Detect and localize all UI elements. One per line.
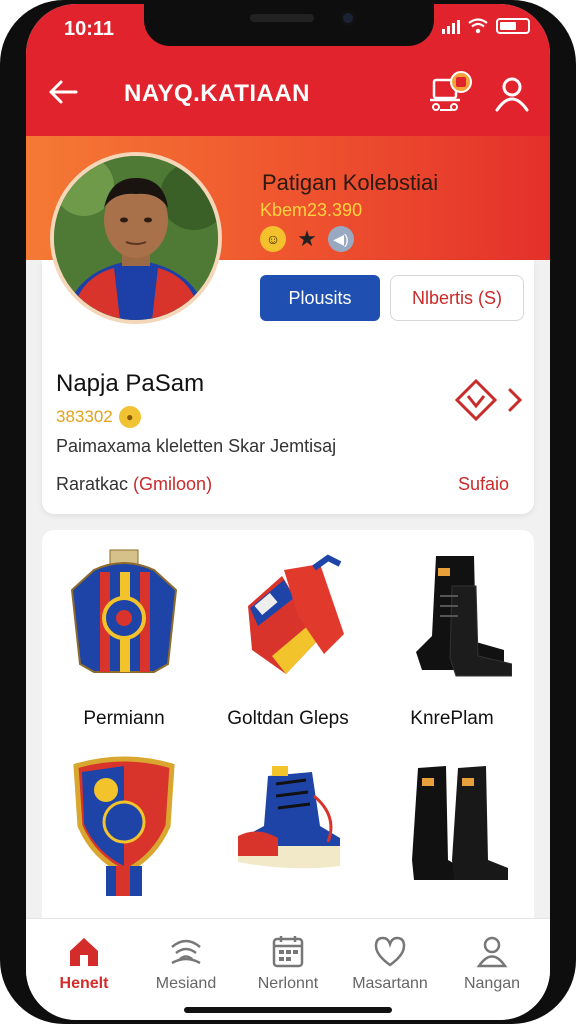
profile-badges: ☺ ★ ◀)	[260, 226, 354, 252]
person-icon	[476, 936, 508, 968]
profile-subtitle: Kbem23.390	[260, 200, 363, 220]
status-time: 10:11	[64, 18, 115, 40]
rating-value: 383302	[56, 407, 113, 426]
nav-label: Nangan	[463, 975, 521, 992]
diamond-icon[interactable]	[454, 378, 498, 422]
wifi-icon	[171, 939, 201, 965]
volume-icon: ◀)	[328, 226, 354, 252]
product-item[interactable]: Goltdan Gleps	[206, 538, 370, 729]
detail-meta: Raratkac (Gmiloon)	[56, 474, 212, 495]
nav-item-home[interactable]: Henelt	[32, 933, 136, 1003]
smile-icon: ☺	[260, 226, 286, 252]
battery-icon	[496, 18, 530, 34]
tall-boots-icon	[412, 766, 508, 880]
primary-action-button[interactable]: Plousits	[260, 275, 380, 321]
signal-icon	[442, 18, 460, 34]
nav-item-favorites[interactable]: Masartann	[338, 933, 442, 1003]
nav-label: Mesiand	[155, 975, 217, 992]
cart-icon[interactable]	[426, 70, 474, 116]
nav-label: Henelt	[59, 975, 109, 992]
heart-icon	[374, 936, 406, 967]
arrow-left-icon[interactable]	[46, 74, 82, 110]
product-item[interactable]: Permiann	[42, 538, 206, 729]
product-item[interactable]: KnrePlam	[370, 538, 534, 729]
product-item[interactable]	[206, 748, 370, 938]
status-icons	[442, 18, 530, 34]
nav-item-calendar[interactable]: Nerlonnt	[236, 933, 340, 1003]
star-icon: ★	[297, 226, 317, 251]
detail-rating: 383302 ●	[56, 406, 141, 428]
jersey-icon	[70, 549, 178, 673]
product-label: Permiann	[83, 708, 165, 729]
detail-title: Napja PaSam	[56, 370, 205, 397]
boots-icon	[416, 556, 512, 677]
profile-name: Patigan Kolebstiai	[262, 170, 439, 195]
nav-item-profile[interactable]: Nangan	[440, 933, 544, 1003]
crest-scarf-icon	[73, 756, 175, 896]
nav-label: Nerlonnt	[257, 975, 319, 992]
app-title: NAYQ.KATIAAN	[124, 80, 311, 107]
front-camera	[340, 10, 356, 26]
speaker	[250, 14, 314, 22]
wifi-status-icon	[468, 18, 488, 34]
gloves-icon	[248, 554, 344, 674]
bottom-nav: Henelt Mesiand Nerlonnt Masartann Nangan	[26, 918, 550, 1020]
coin-icon: ●	[118, 406, 141, 428]
avatar[interactable]	[50, 152, 222, 324]
notch	[144, 4, 434, 46]
home-icon	[70, 938, 98, 966]
detail-link[interactable]: Sufaio	[458, 474, 509, 495]
product-item[interactable]	[42, 748, 206, 938]
phone-frame: 10:11 NAYQ.KATIAAN Patigan Kolebstiai Kb…	[0, 0, 576, 1024]
home-indicator[interactable]	[184, 1007, 392, 1013]
secondary-action-button[interactable]: Nlbertis (S)	[390, 275, 524, 321]
sneaker-icon	[238, 766, 340, 869]
product-grid: Permiann Goltdan Gleps KnrePlam	[42, 530, 534, 950]
avatar-photo	[54, 156, 218, 320]
nav-label: Masartann	[352, 975, 428, 992]
chevron-right-icon[interactable]	[504, 386, 526, 414]
app-screen: 10:11 NAYQ.KATIAAN Patigan Kolebstiai Kb…	[26, 4, 550, 1020]
meta-prefix: Raratkac	[56, 474, 129, 494]
app-bar: NAYQ.KATIAAN	[26, 52, 550, 136]
calendar-icon	[272, 936, 304, 968]
meta-highlight: (Gmiloon)	[133, 474, 213, 494]
product-label: Goltdan Gleps	[227, 708, 349, 729]
product-item[interactable]	[370, 748, 534, 938]
nav-item-messages[interactable]: Mesiand	[134, 933, 238, 1003]
product-label: KnrePlam	[410, 708, 494, 729]
user-icon[interactable]	[492, 74, 532, 114]
detail-description: Paimaxama kleletten Skar Jemtisaj	[56, 436, 337, 456]
